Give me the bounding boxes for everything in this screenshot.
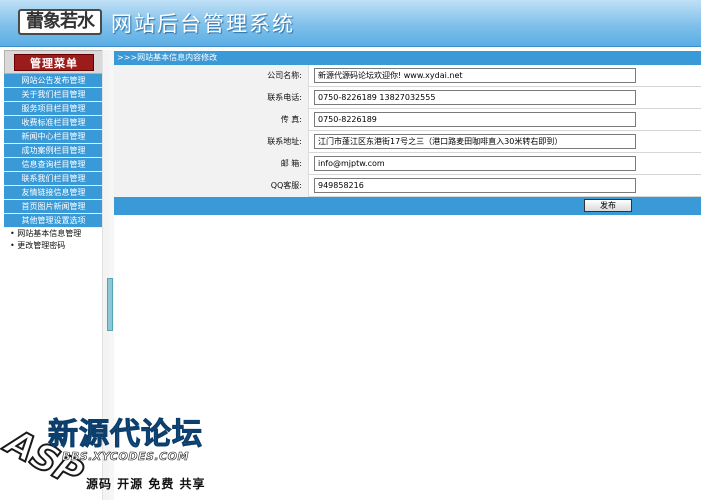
app-header: 蕾象若水 网站后台管理系统 (0, 0, 701, 47)
address-field[interactable]: 江门市蓬江区东港街17号之三（港口路麦田咖啡直入30米转右即到） (314, 134, 636, 149)
sidebar-item-cases[interactable]: 成功案例栏目管理 (4, 144, 103, 158)
watermark-slogan: 源码 开源 免费 共享 (86, 477, 206, 491)
field-label: 联系电话: (114, 87, 309, 109)
page-title: 网站后台管理系统 (111, 12, 295, 36)
field-label: 邮 箱: (114, 153, 309, 175)
watermark: ASP 新源代论坛 BBS.XYCODES.COM 源码 开源 免费 共享 (0, 405, 230, 500)
form-row-email: 邮 箱: info@mjptw.com (114, 153, 701, 175)
sidebar-toggle-handle[interactable] (107, 278, 113, 331)
field-label: 联系地址: (114, 131, 309, 153)
watermark-url: BBS.XYCODES.COM (62, 450, 189, 464)
email-field[interactable]: info@mjptw.com (314, 156, 636, 171)
sidebar-item-home-images[interactable]: 首页图片新闻管理 (4, 200, 103, 214)
sidebar-subitem-change-password[interactable]: • 更改管理密码 (4, 240, 103, 252)
sidebar-item-other-settings[interactable]: 其他管理设置选项 (4, 214, 103, 228)
sidebar: 管理菜单 网站公告发布管理 关于我们栏目管理 服务项目栏目管理 收费标准栏目管理… (4, 50, 103, 260)
sidebar-item-contact[interactable]: 联系我们栏目管理 (4, 172, 103, 186)
field-label: 传 真: (114, 109, 309, 131)
sidebar-item-links[interactable]: 友情链接信息管理 (4, 186, 103, 200)
sidebar-item-query[interactable]: 信息查询栏目管理 (4, 158, 103, 172)
main-panel: >>>网站基本信息内容修改 公司名称: 新源代源码论坛欢迎你! www.xyda… (114, 51, 701, 215)
form-row-phone: 联系电话: 0750-8226189 13827032555 (114, 87, 701, 109)
sidebar-item-about[interactable]: 关于我们栏目管理 (4, 88, 103, 102)
qq-field[interactable]: 949858216 (314, 178, 636, 193)
sidebar-menu-title: 管理菜单 (14, 54, 94, 71)
sidebar-item-services[interactable]: 服务项目栏目管理 (4, 102, 103, 116)
form-row-address: 联系地址: 江门市蓬江区东港街17号之三（港口路麦田咖啡直入30米转右即到） (114, 131, 701, 153)
form-row-qq: QQ客服: 949858216 (114, 175, 701, 197)
phone-field[interactable]: 0750-8226189 13827032555 (314, 90, 636, 105)
publish-button[interactable]: 发布 (584, 199, 632, 212)
sidebar-item-announcement[interactable]: 网站公告发布管理 (4, 74, 103, 88)
form-row-fax: 传 真: 0750-8226189 (114, 109, 701, 131)
fax-field[interactable]: 0750-8226189 (314, 112, 636, 127)
panel-title: >>>网站基本信息内容修改 (114, 51, 701, 65)
company-name-field[interactable]: 新源代源码论坛欢迎你! www.xydai.net (314, 68, 636, 83)
watermark-title: 新源代论坛 (48, 417, 203, 453)
field-label: QQ客服: (114, 175, 309, 197)
sidebar-menu-header: 管理菜单 (4, 50, 103, 74)
site-logo: 蕾象若水 (18, 9, 102, 35)
field-label: 公司名称: (114, 65, 309, 87)
form-submit-bar: 发布 (114, 197, 701, 215)
sidebar-item-pricing[interactable]: 收费标准栏目管理 (4, 116, 103, 130)
form-row-company: 公司名称: 新源代源码论坛欢迎你! www.xydai.net (114, 65, 701, 87)
sidebar-subitem-site-info[interactable]: • 网站基本信息管理 (4, 228, 103, 240)
sidebar-item-news[interactable]: 新闻中心栏目管理 (4, 130, 103, 144)
